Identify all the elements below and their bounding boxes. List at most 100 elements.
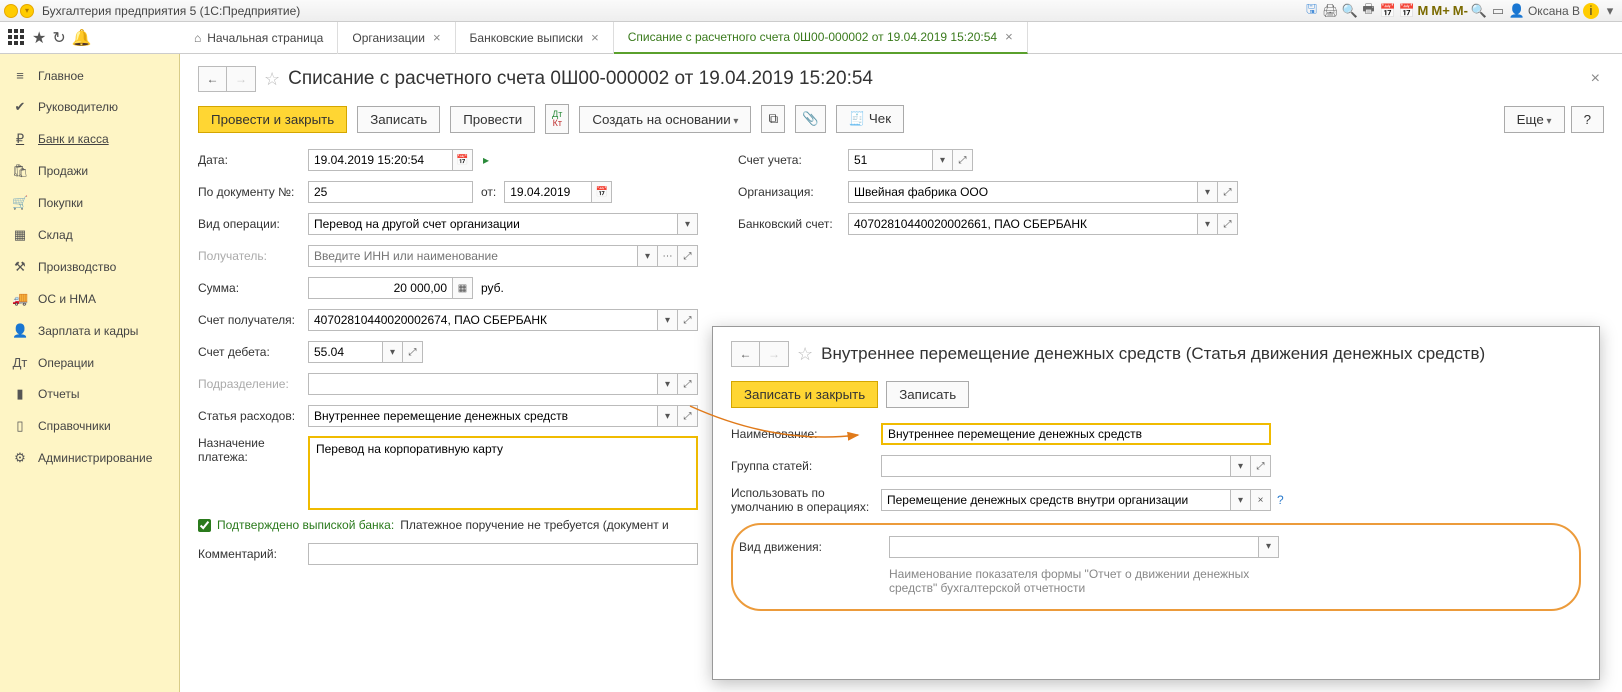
org-input[interactable] <box>848 181 1198 203</box>
apps-grid-icon[interactable] <box>8 29 26 47</box>
purpose-textarea[interactable] <box>308 436 698 510</box>
dropdown-icon[interactable]: ▾ <box>383 341 403 363</box>
favorite-star-icon[interactable]: ☆ <box>264 69 280 90</box>
date-input[interactable] <box>308 149 453 171</box>
calculator-icon[interactable]: ▦ <box>453 277 473 299</box>
open-icon[interactable]: ⤢ <box>678 309 698 331</box>
dropdown-icon[interactable]: ▾ <box>658 373 678 395</box>
dept-input[interactable] <box>308 373 658 395</box>
save-icon[interactable]: 🖫 <box>1304 3 1320 19</box>
memory-mminus-icon[interactable]: M- <box>1453 3 1468 18</box>
more-button[interactable]: Еще <box>1504 106 1565 133</box>
dt-kt-icon[interactable]: ДтКт <box>545 104 569 134</box>
open-icon[interactable]: ⤢ <box>1218 213 1238 235</box>
tab-organizations[interactable]: Организации × <box>338 22 455 54</box>
open-icon[interactable]: ⤢ <box>678 405 698 427</box>
popup-usedef-input[interactable] <box>881 489 1231 511</box>
app-menu-button[interactable]: ▾ <box>20 4 34 18</box>
popup-save-close-button[interactable]: Записать и закрыть <box>731 381 878 408</box>
nav-forward-button[interactable]: → <box>227 67 255 91</box>
memory-mplus-icon[interactable]: M+ <box>1431 3 1449 18</box>
close-document-button[interactable]: × <box>1591 70 1604 88</box>
comment-input[interactable] <box>308 543 698 565</box>
dropdown-icon[interactable]: ▾ <box>933 149 953 171</box>
docdate-input[interactable] <box>504 181 592 203</box>
dropdown-icon[interactable]: ▾ <box>678 213 698 235</box>
print-icon[interactable]: 🖨 <box>1323 3 1339 19</box>
history-icon[interactable]: ↻ <box>52 28 65 48</box>
clear-icon[interactable]: × <box>1251 489 1271 511</box>
open-icon[interactable]: ⤢ <box>1218 181 1238 203</box>
close-icon[interactable]: × <box>1005 29 1013 44</box>
create-based-on-button[interactable]: Создать на основании <box>579 106 751 133</box>
favorite-star-icon[interactable]: ☆ <box>797 344 813 365</box>
popup-group-input[interactable] <box>881 455 1231 477</box>
sidebar-item-0[interactable]: ≡Главное <box>0 60 179 91</box>
dropdown-icon[interactable]: ▾ <box>1231 455 1251 477</box>
calendar-picker-icon[interactable]: 📅 <box>592 181 612 203</box>
calendar2-icon[interactable]: 📅 <box>1399 3 1415 19</box>
star-icon[interactable]: ★ <box>32 28 46 48</box>
receipt-button[interactable]: 🧾 Чек <box>836 105 904 133</box>
close-icon[interactable]: × <box>591 30 599 45</box>
memory-m-icon[interactable]: M <box>1418 3 1429 18</box>
sidebar-item-6[interactable]: ⚒Производство <box>0 251 179 283</box>
sidebar-item-1[interactable]: ✔Руководителю <box>0 91 179 123</box>
bell-icon[interactable]: 🔔 <box>72 28 92 48</box>
sidebar-item-9[interactable]: ДтОперации <box>0 347 179 378</box>
close-icon[interactable]: × <box>433 30 441 45</box>
debacct-input[interactable] <box>308 341 383 363</box>
dropdown-icon[interactable]: ▾ <box>658 405 678 427</box>
nav-back-button[interactable]: ← <box>199 67 227 91</box>
calendar-icon[interactable]: 📅 <box>1380 3 1396 19</box>
save-button[interactable]: Записать <box>357 106 440 133</box>
post-button[interactable]: Провести <box>450 106 535 133</box>
preview-icon[interactable]: 🔍 <box>1342 3 1358 19</box>
open-icon[interactable]: ⤢ <box>678 373 698 395</box>
nav-back-button[interactable]: ← <box>732 342 760 366</box>
dropdown-icon[interactable]: ▾ <box>1198 213 1218 235</box>
structure-icon[interactable]: ⧉ <box>761 105 785 133</box>
docnum-input[interactable] <box>308 181 473 203</box>
menu-caret-icon[interactable]: ▾ <box>1602 3 1618 19</box>
expitem-input[interactable] <box>308 405 658 427</box>
open-icon[interactable]: ⤢ <box>678 245 698 267</box>
print2-icon[interactable]: 🖶 <box>1361 3 1377 19</box>
sidebar-item-3[interactable]: 🛍Продажи <box>0 155 179 187</box>
sidebar-item-10[interactable]: ▮Отчеты <box>0 378 179 410</box>
help-link[interactable]: ? <box>1277 493 1284 507</box>
dropdown-icon[interactable]: ▾ <box>1231 489 1251 511</box>
popup-name-input[interactable] <box>881 423 1271 445</box>
info-icon[interactable]: i <box>1583 3 1599 19</box>
tab-current-document[interactable]: Списание с расчетного счета 0Ш00-000002 … <box>614 22 1028 54</box>
popup-movetype-input[interactable] <box>889 536 1259 558</box>
post-and-close-button[interactable]: Провести и закрыть <box>198 106 347 133</box>
sidebar-item-5[interactable]: ▦Склад <box>0 219 179 251</box>
tab-home[interactable]: ⌂ Начальная страница <box>180 22 338 54</box>
ellipsis-icon[interactable]: ⋯ <box>658 245 678 267</box>
windows-icon[interactable]: ▭ <box>1490 3 1506 19</box>
open-icon[interactable]: ⤢ <box>403 341 423 363</box>
dropdown-icon[interactable]: ▾ <box>1259 536 1279 558</box>
sidebar-item-7[interactable]: 🚚ОС и НМА <box>0 283 179 315</box>
sidebar-item-2[interactable]: ₽Банк и касса <box>0 123 179 155</box>
attachment-icon[interactable]: 📎 <box>795 105 826 133</box>
sidebar-item-8[interactable]: 👤Зарплата и кадры <box>0 315 179 347</box>
payee-input[interactable] <box>308 245 638 267</box>
open-icon[interactable]: ⤢ <box>953 149 973 171</box>
confirmed-checkbox[interactable] <box>198 519 211 532</box>
popup-save-button[interactable]: Записать <box>886 381 969 408</box>
recacct-input[interactable] <box>308 309 658 331</box>
sidebar-item-11[interactable]: ▯Справочники <box>0 410 179 442</box>
open-icon[interactable]: ⤢ <box>1251 455 1271 477</box>
tab-bank-statements[interactable]: Банковские выписки × <box>456 22 614 54</box>
dropdown-icon[interactable]: ▾ <box>638 245 658 267</box>
calendar-picker-icon[interactable]: 📅 <box>453 149 473 171</box>
bankacct-input[interactable] <box>848 213 1198 235</box>
account-input[interactable] <box>848 149 933 171</box>
help-button[interactable]: ? <box>1571 106 1604 133</box>
sum-input[interactable] <box>308 277 453 299</box>
optype-input[interactable] <box>308 213 678 235</box>
dropdown-icon[interactable]: ▾ <box>658 309 678 331</box>
sidebar-item-4[interactable]: 🛒Покупки <box>0 187 179 219</box>
